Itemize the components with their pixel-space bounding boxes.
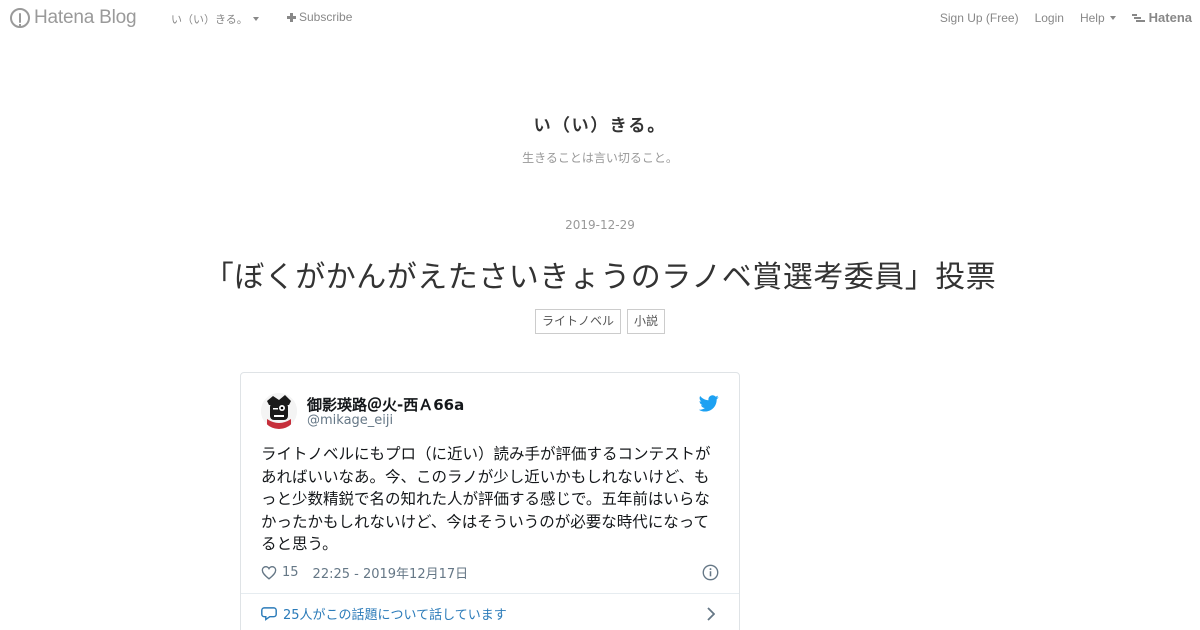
tweet-divider [241,593,739,594]
hatena-blog-logo[interactable]: Hatena Blog [10,6,137,30]
twitter-bird-icon[interactable] [698,395,719,416]
entry-categories: ライトノベル 小説 [0,309,1200,334]
avatar[interactable] [261,393,297,429]
category-tag[interactable]: 小説 [627,309,666,334]
blog-selector-dropdown[interactable]: い（い）きる。 [171,11,259,27]
tweet-like-button[interactable]: 15 [261,565,299,580]
signup-link[interactable]: Sign Up (Free) [940,11,1019,25]
hatena-blog-logo-icon [10,8,30,28]
help-menu[interactable]: Help [1080,11,1116,25]
hatena-top-bar: Hatena Blog い（い）きる。 Subscribe Sign Up (F… [0,0,1200,36]
tweet-author-handle[interactable]: @mikage_eiji [307,413,393,428]
entry-title[interactable]: 「ぼくがかんがえたさいきょうのラノベ賞選考委員」投票 [0,252,1200,296]
chevron-down-icon [252,17,259,21]
info-icon[interactable] [702,564,719,585]
login-link[interactable]: Login [1035,11,1064,25]
chevron-down-icon [1109,15,1116,20]
plus-icon [287,12,296,22]
entry-date[interactable]: 2019-12-29 [0,218,1200,232]
hatena-label: Hatena [1148,10,1192,25]
blog-description: 生きることは言い切ること。 [522,151,678,165]
tweet-conversation-label: 25人がこの話題について話しています [283,608,507,623]
tweet-meta: 15 22:25 - 2019年12月17日 [261,563,468,582]
blog-title[interactable]: い（い）きる。 [0,111,1200,136]
top-nav-right: Sign Up (Free) Login Help Hatena [924,10,1192,25]
tweet-timestamp[interactable]: 22:25 - 2019年12月17日 [313,563,469,582]
avatar-image [261,393,297,429]
category-tag[interactable]: ライトノベル [534,309,621,334]
hatena-home-link[interactable]: Hatena [1131,10,1192,25]
heart-icon [261,566,277,580]
tweet-author-name[interactable]: 御影瑛路＠火-西Ａ66a [307,394,464,415]
subscribe-label: Subscribe [299,10,353,24]
help-label: Help [1079,10,1105,25]
subscribe-button[interactable]: Subscribe [287,10,352,24]
chevron-right-icon[interactable] [706,606,716,625]
tweet-like-count: 15 [282,565,299,580]
hatena-logo-icon [1131,13,1145,22]
embedded-tweet: 御影瑛路＠火-西Ａ66a @mikage_eiji ライトノベルにもプロ（に近い… [240,372,740,630]
blog-selector-label: い（い）きる。 [171,13,248,26]
logo-text: Hatena Blog [34,7,137,28]
tweet-conversation-link[interactable]: 25人がこの話題について話しています [261,604,507,623]
tweet-text: ライトノベルにもプロ（に近い）読み手が評価するコンテストがあればいいなあ。今、こ… [261,445,711,553]
speech-bubble-icon [261,607,277,621]
